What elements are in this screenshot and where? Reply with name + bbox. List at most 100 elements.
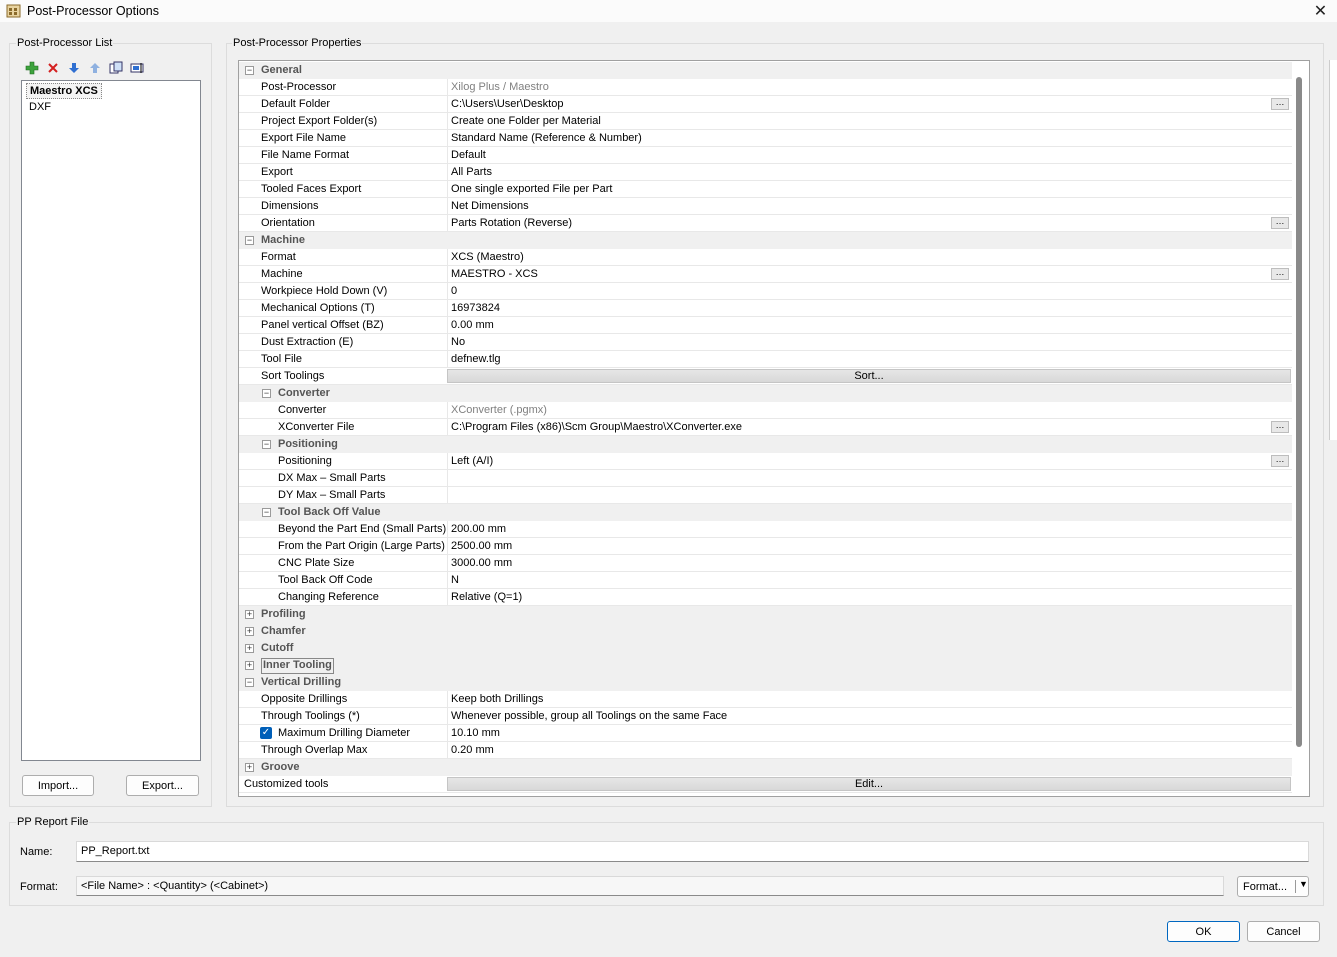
move-down-icon[interactable] xyxy=(67,61,81,75)
property-value[interactable]: 10.10 mm xyxy=(447,725,1291,741)
property-row[interactable]: Post-Processor Xilog Plus / Maestro xyxy=(239,79,1292,96)
property-row[interactable]: Mechanical Options (T) 16973824 xyxy=(239,300,1292,317)
property-category[interactable]: − General xyxy=(239,62,1292,79)
property-row[interactable]: Default Folder C:\Users\User\Desktop… xyxy=(239,96,1292,113)
copy-icon[interactable] xyxy=(109,61,123,75)
property-action-button[interactable]: Sort... xyxy=(447,369,1291,383)
browse-button[interactable]: … xyxy=(1271,421,1289,433)
collapse-icon[interactable]: − xyxy=(245,236,254,245)
property-value[interactable]: 2500.00 mm xyxy=(447,538,1291,554)
property-row[interactable]: Through Overlap Max 0.20 mm xyxy=(239,742,1292,759)
property-row[interactable]: Positioning Left (A/I)… xyxy=(239,453,1292,470)
property-value[interactable]: 0 xyxy=(447,283,1291,299)
property-category[interactable]: − Converter xyxy=(239,385,1292,402)
property-row[interactable]: Sort Toolings Sort... xyxy=(239,368,1292,385)
property-row[interactable]: File Name Format Default xyxy=(239,147,1292,164)
property-row[interactable]: Export File Name Standard Name (Reference… xyxy=(239,130,1292,147)
property-value[interactable]: MAESTRO - XCS xyxy=(447,266,1291,282)
property-row[interactable]: Dimensions Net Dimensions xyxy=(239,198,1292,215)
expand-icon[interactable]: + xyxy=(245,661,254,670)
property-row[interactable]: Export All Parts xyxy=(239,164,1292,181)
property-category[interactable]: − Vertical Drilling xyxy=(239,674,1292,691)
property-row[interactable]: DY Max – Small Parts xyxy=(239,487,1292,504)
property-row[interactable]: Through Toolings (*) Whenever possible, g… xyxy=(239,708,1292,725)
close-button[interactable]: ✕ xyxy=(1304,0,1337,22)
collapse-icon[interactable]: − xyxy=(245,66,254,75)
checkbox-icon[interactable]: ✓ xyxy=(260,727,272,739)
property-value[interactable]: Standard Name (Reference & Number) xyxy=(447,130,1291,146)
property-row[interactable]: Customized tools Edit... xyxy=(239,776,1292,793)
property-value[interactable]: Relative (Q=1) xyxy=(447,589,1291,605)
property-row[interactable]: Tooled Faces Export One single exported F… xyxy=(239,181,1292,198)
collapse-icon[interactable]: − xyxy=(245,678,254,687)
property-value[interactable]: Xilog Plus / Maestro xyxy=(447,79,1291,95)
property-value[interactable]: 16973824 xyxy=(447,300,1291,316)
property-row[interactable]: From the Part Origin (Large Parts) 2500.0… xyxy=(239,538,1292,555)
property-value[interactable] xyxy=(447,487,1291,503)
property-row[interactable]: Project Export Folder(s) Create one Folde… xyxy=(239,113,1292,130)
property-value[interactable]: Whenever possible, group all Toolings on… xyxy=(447,708,1291,724)
property-row[interactable]: Format XCS (Maestro) xyxy=(239,249,1292,266)
import-button[interactable]: Import... xyxy=(22,775,94,796)
ok-button[interactable]: OK xyxy=(1167,921,1240,942)
property-value[interactable]: C:\Program Files (x86)\Scm Group\Maestro… xyxy=(447,419,1291,435)
property-row[interactable]: Workpiece Hold Down (V) 0 xyxy=(239,283,1292,300)
browse-button[interactable]: … xyxy=(1271,268,1289,280)
property-value[interactable]: N xyxy=(447,572,1291,588)
property-row[interactable]: CNC Plate Size 3000.00 mm xyxy=(239,555,1292,572)
property-value[interactable]: defnew.tlg xyxy=(447,351,1291,367)
export-button[interactable]: Export... xyxy=(126,775,199,796)
property-row[interactable]: Machine MAESTRO - XCS… xyxy=(239,266,1292,283)
property-category[interactable]: − Positioning xyxy=(239,436,1292,453)
list-item[interactable]: Maestro XCS xyxy=(26,83,102,99)
property-value[interactable]: 0.20 mm xyxy=(447,742,1291,758)
property-value[interactable]: One single exported File per Part xyxy=(447,181,1291,197)
expand-icon[interactable]: + xyxy=(245,644,254,653)
property-category[interactable]: + Cutoff xyxy=(239,640,1292,657)
property-row[interactable]: Converter XConverter (.pgmx) xyxy=(239,402,1292,419)
property-row[interactable]: Panel vertical Offset (BZ) 0.00 mm xyxy=(239,317,1292,334)
property-row[interactable]: DX Max – Small Parts xyxy=(239,470,1292,487)
property-value[interactable]: Keep both Drillings xyxy=(447,691,1291,707)
property-value[interactable]: Parts Rotation (Reverse) xyxy=(447,215,1291,231)
report-format-field[interactable]: <File Name> : <Quantity> (<Cabinet>) xyxy=(76,876,1224,896)
browse-button[interactable]: … xyxy=(1271,98,1289,110)
property-row[interactable]: ✓ Maximum Drilling Diameter 10.10 mm xyxy=(239,725,1292,742)
collapse-icon[interactable]: − xyxy=(262,389,271,398)
property-value[interactable]: 0.00 mm xyxy=(447,317,1291,333)
property-row[interactable]: Tool Back Off Code N xyxy=(239,572,1292,589)
property-value[interactable]: All Parts xyxy=(447,164,1291,180)
property-category[interactable]: + Chamfer xyxy=(239,623,1292,640)
property-row[interactable]: Orientation Parts Rotation (Reverse)… xyxy=(239,215,1292,232)
format-dropdown-button[interactable]: Format... ▼ xyxy=(1237,876,1309,897)
property-value[interactable]: No xyxy=(447,334,1291,350)
property-grid[interactable]: Customized tools Edit... + Groove Through Ov… xyxy=(238,60,1310,797)
property-category[interactable]: + Inner Tooling xyxy=(239,657,1292,674)
property-value[interactable]: 200.00 mm xyxy=(447,521,1291,537)
rename-icon[interactable] xyxy=(130,61,144,75)
list-item[interactable]: DXF xyxy=(26,100,54,114)
property-value[interactable]: XConverter (.pgmx) xyxy=(447,402,1291,418)
property-category[interactable]: + Groove xyxy=(239,759,1292,776)
cancel-button[interactable]: Cancel xyxy=(1247,921,1320,942)
property-value[interactable]: C:\Users\User\Desktop xyxy=(447,96,1291,112)
browse-button[interactable]: … xyxy=(1271,455,1289,467)
property-row[interactable]: Beyond the Part End (Small Parts) 200.00 … xyxy=(239,521,1292,538)
property-action-button[interactable]: Edit... xyxy=(447,777,1291,791)
delete-icon[interactable] xyxy=(46,61,60,75)
collapse-icon[interactable]: − xyxy=(262,440,271,449)
property-value[interactable]: Left (A/I) xyxy=(447,453,1291,469)
property-row[interactable]: Opposite Drillings Keep both Drillings xyxy=(239,691,1292,708)
property-row[interactable]: XConverter File C:\Program Files (x86)\Sc… xyxy=(239,419,1292,436)
property-row[interactable]: Dust Extraction (E) No xyxy=(239,334,1292,351)
expand-icon[interactable]: + xyxy=(245,627,254,636)
property-value[interactable]: XCS (Maestro) xyxy=(447,249,1291,265)
property-value[interactable] xyxy=(447,470,1291,486)
move-up-icon[interactable] xyxy=(88,61,102,75)
property-row[interactable]: Tool File defnew.tlg xyxy=(239,351,1292,368)
report-name-field[interactable]: PP_Report.txt xyxy=(76,841,1309,862)
pp-listbox[interactable]: Maestro XCS DXF xyxy=(21,80,201,761)
add-icon[interactable] xyxy=(25,61,39,75)
property-row[interactable]: Changing Reference Relative (Q=1) xyxy=(239,589,1292,606)
property-value[interactable]: Create one Folder per Material xyxy=(447,113,1291,129)
